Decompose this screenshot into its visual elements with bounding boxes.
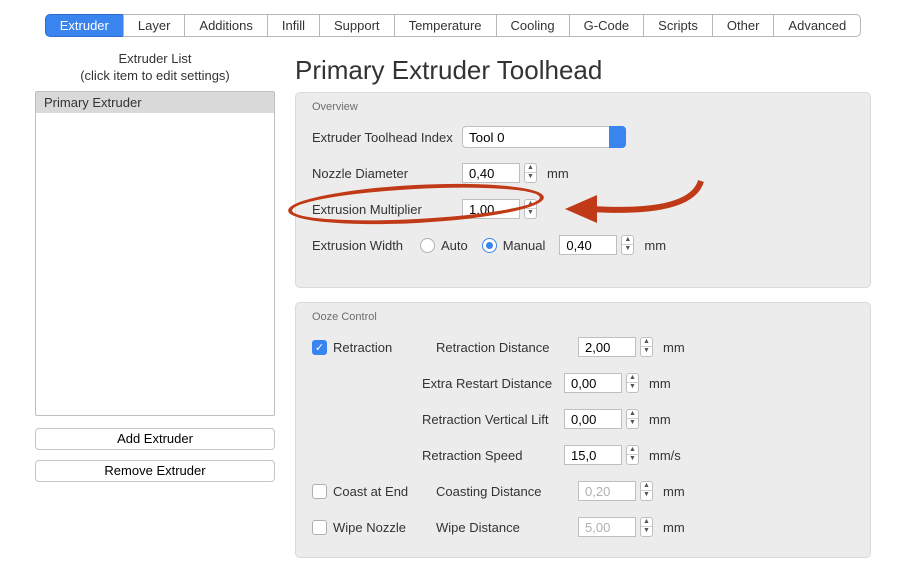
- stepper-arrows-icon: ▲▼: [640, 517, 653, 537]
- retraction-checkbox[interactable]: ✓ Retraction: [312, 340, 422, 355]
- extra-restart-distance-label: Extra Restart Distance: [422, 376, 564, 391]
- tab-bar: ExtruderLayerAdditionsInfillSupportTempe…: [20, 14, 886, 37]
- retraction-distance-input[interactable]: [578, 337, 636, 357]
- tab-additions[interactable]: Additions: [184, 14, 266, 37]
- stepper-arrows-icon[interactable]: ▲▼: [626, 445, 639, 465]
- retraction-vertical-lift-label: Retraction Vertical Lift: [422, 412, 564, 427]
- unit-label: mm: [649, 412, 671, 427]
- extrusion-multiplier-label: Extrusion Multiplier: [312, 202, 462, 217]
- extrusion-width-input[interactable]: [559, 235, 617, 255]
- extruder-list-heading: Extruder List (click item to edit settin…: [35, 51, 275, 85]
- retraction-vertical-lift-input[interactable]: [564, 409, 622, 429]
- coasting-distance-label: Coasting Distance: [436, 484, 578, 499]
- stepper-arrows-icon[interactable]: ▲▼: [626, 373, 639, 393]
- group-legend: Ooze Control: [312, 311, 854, 323]
- tab-infill[interactable]: Infill: [267, 14, 319, 37]
- check-icon: [312, 520, 327, 535]
- page-title: Primary Extruder Toolhead: [295, 55, 871, 86]
- extruder-list-item[interactable]: Primary Extruder: [36, 92, 274, 113]
- wipe-distance-input: [578, 517, 636, 537]
- check-icon: ✓: [312, 340, 327, 355]
- extrusion-width-label: Extrusion Width: [312, 238, 420, 253]
- tab-extruder[interactable]: Extruder: [45, 14, 123, 37]
- tab-support[interactable]: Support: [319, 14, 394, 37]
- extrusion-width-manual-radio[interactable]: Manual: [482, 238, 546, 253]
- toolhead-index-select[interactable]: Tool 0: [462, 126, 626, 148]
- main-panel: Primary Extruder Toolhead Overview Extru…: [295, 51, 871, 572]
- sidebar: Extruder List (click item to edit settin…: [35, 51, 275, 572]
- tab-temperature[interactable]: Temperature: [394, 14, 496, 37]
- tab-cooling[interactable]: Cooling: [496, 14, 569, 37]
- retraction-speed-label: Retraction Speed: [422, 448, 564, 463]
- unit-label: mm: [649, 376, 671, 391]
- extra-restart-distance-input[interactable]: [564, 373, 622, 393]
- coasting-distance-input: [578, 481, 636, 501]
- tab-scripts[interactable]: Scripts: [643, 14, 712, 37]
- stepper-arrows-icon[interactable]: ▲▼: [621, 235, 634, 255]
- unit-label: mm/s: [649, 448, 681, 463]
- tab-advanced[interactable]: Advanced: [773, 14, 861, 37]
- extruder-list[interactable]: Primary Extruder: [35, 91, 275, 416]
- stepper-arrows-icon[interactable]: ▲▼: [524, 163, 537, 183]
- tab-layer[interactable]: Layer: [123, 14, 185, 37]
- remove-extruder-button[interactable]: Remove Extruder: [35, 460, 275, 482]
- nozzle-diameter-label: Nozzle Diameter: [312, 166, 462, 181]
- stepper-arrows-icon: ▲▼: [640, 481, 653, 501]
- extrusion-multiplier-input[interactable]: [462, 199, 520, 219]
- ooze-control-group: Ooze Control ✓ Retraction Retraction Dis…: [295, 302, 871, 558]
- extrusion-width-auto-radio[interactable]: Auto: [420, 238, 468, 253]
- unit-label: mm: [644, 238, 666, 253]
- unit-label: mm: [663, 340, 685, 355]
- overview-group: Overview Extruder Toolhead Index Tool 0 …: [295, 92, 871, 288]
- tab-other[interactable]: Other: [712, 14, 774, 37]
- retraction-speed-input[interactable]: [564, 445, 622, 465]
- stepper-arrows-icon[interactable]: ▲▼: [626, 409, 639, 429]
- group-legend: Overview: [312, 101, 854, 113]
- check-icon: [312, 484, 327, 499]
- unit-label: mm: [663, 520, 685, 535]
- wipe-nozzle-checkbox[interactable]: Wipe Nozzle: [312, 520, 422, 535]
- toolhead-index-label: Extruder Toolhead Index: [312, 130, 462, 145]
- radio-icon: [420, 238, 435, 253]
- add-extruder-button[interactable]: Add Extruder: [35, 428, 275, 450]
- tab-g-code[interactable]: G-Code: [569, 14, 644, 37]
- unit-label: mm: [547, 166, 569, 181]
- wipe-distance-label: Wipe Distance: [436, 520, 578, 535]
- nozzle-diameter-input[interactable]: [462, 163, 520, 183]
- coast-at-end-checkbox[interactable]: Coast at End: [312, 484, 422, 499]
- radio-icon: [482, 238, 497, 253]
- stepper-arrows-icon[interactable]: ▲▼: [640, 337, 653, 357]
- retraction-distance-label: Retraction Distance: [436, 340, 578, 355]
- unit-label: mm: [663, 484, 685, 499]
- stepper-arrows-icon[interactable]: ▲▼: [524, 199, 537, 219]
